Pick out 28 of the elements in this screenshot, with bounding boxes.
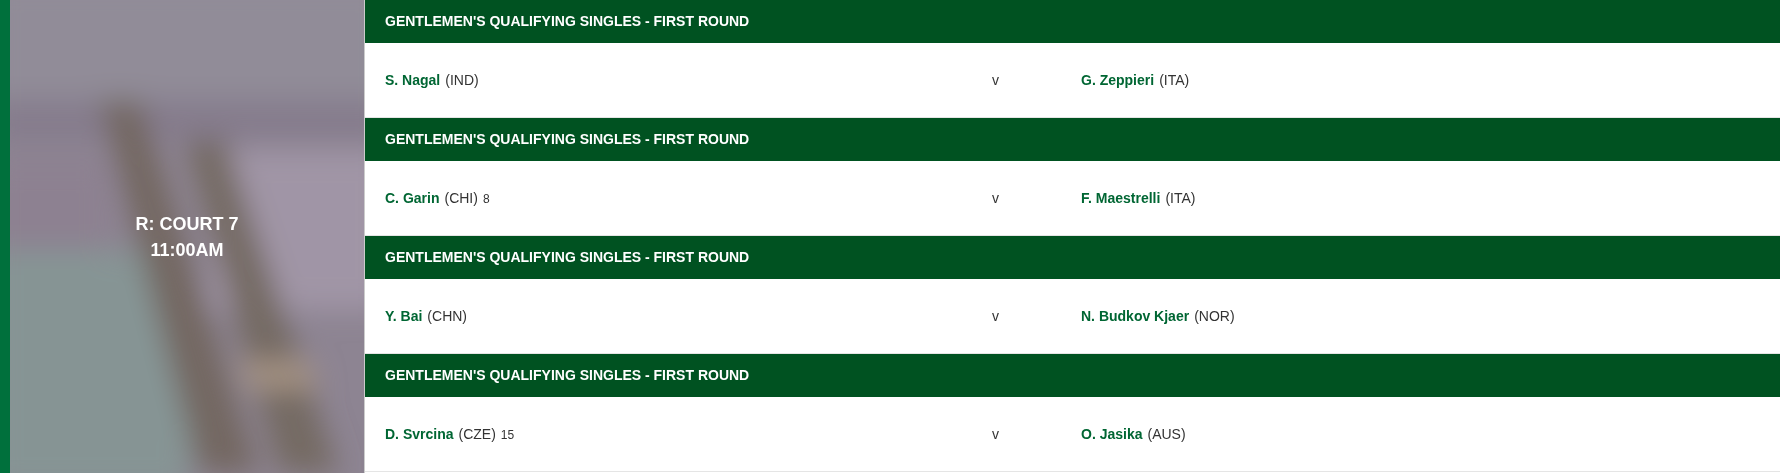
round-title: GENTLEMEN'S QUALIFYING SINGLES - FIRST ROUND <box>385 248 750 267</box>
court-name: R: COURT 7 <box>135 212 239 236</box>
country-code: (CZE) <box>458 424 496 444</box>
player-name-link[interactable]: N. Budkov Kjaer <box>1081 305 1190 327</box>
player-name-link[interactable]: D. Svrcina <box>385 423 454 445</box>
player-name-link[interactable]: C. Garin <box>385 187 440 209</box>
player-name-link[interactable]: G. Zeppieri <box>1081 69 1155 91</box>
versus-label: v <box>992 306 1000 326</box>
round-title: GENTLEMEN'S QUALIFYING SINGLES - FIRST ROUND <box>385 130 750 149</box>
round-title: GENTLEMEN'S QUALIFYING SINGLES - FIRST ROUND <box>385 366 750 385</box>
country-code: (CHI) <box>444 188 478 208</box>
country-code: (ITA) <box>1159 70 1190 90</box>
player-name-link[interactable]: O. Jasika <box>1081 423 1143 445</box>
round-title: GENTLEMEN'S QUALIFYING SINGLES - FIRST ROUND <box>385 12 750 31</box>
versus-label: v <box>992 70 1000 90</box>
seed-number: 8 <box>482 190 490 208</box>
player-name-link[interactable]: F. Maestrelli <box>1081 187 1161 209</box>
country-code: (ITA) <box>1165 188 1196 208</box>
player-name-link[interactable]: S. Nagal <box>385 69 441 91</box>
seed-number: 15 <box>500 426 515 444</box>
start-time: 11:00AM <box>150 238 224 262</box>
country-code: (NOR) <box>1194 306 1235 326</box>
versus-label: v <box>992 424 1000 444</box>
country-code: (IND) <box>445 70 479 90</box>
country-code: (CHN) <box>427 306 467 326</box>
country-code: (AUS) <box>1147 424 1186 444</box>
versus-label: v <box>992 188 1000 208</box>
player-name-link[interactable]: Y. Bai <box>385 305 423 327</box>
